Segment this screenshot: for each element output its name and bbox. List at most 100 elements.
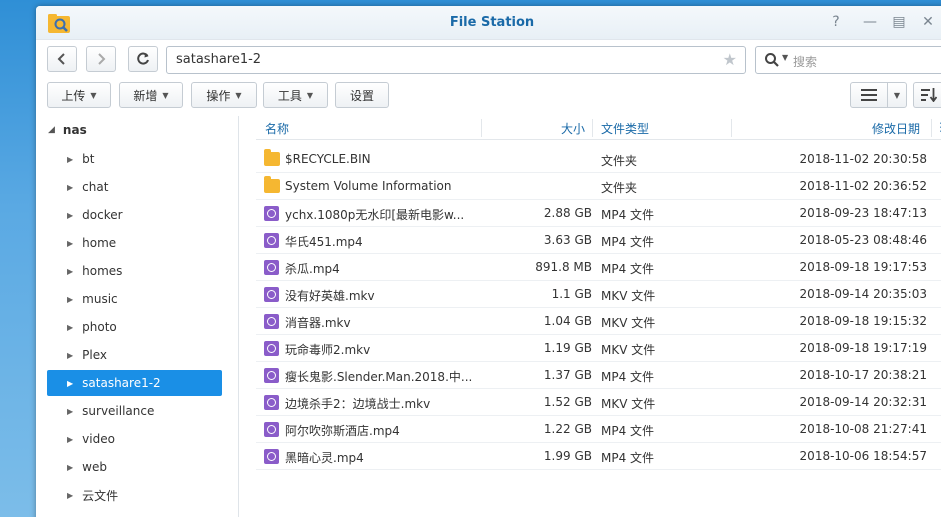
- table-row[interactable]: 边境杀手2：边境战士.mkv 1.52 GB MKV 文件 2018-09-14 20…: [256, 389, 941, 416]
- window-title: File Station: [449, 15, 535, 30]
- chevron-right-icon[interactable]: ▶: [67, 295, 73, 304]
- caret-down-icon: ▼: [162, 90, 169, 100]
- file-name: 杀瓜.mp4: [285, 262, 340, 276]
- refresh-button[interactable]: [128, 46, 158, 72]
- maximize-icon[interactable]: ▤: [891, 14, 907, 30]
- tree-item-surveillance[interactable]: ▶ surveillance: [47, 398, 222, 424]
- column-name[interactable]: 名称: [265, 120, 289, 137]
- file-name: $RECYCLE.BIN: [285, 152, 371, 166]
- tree-item-label: home: [82, 236, 117, 250]
- chevron-right-icon: [98, 53, 106, 65]
- address-bar[interactable]: satashare1-2 ★: [166, 46, 746, 74]
- tree-item-photo[interactable]: ▶ photo: [47, 314, 222, 340]
- close-icon[interactable]: ✕: [920, 14, 936, 30]
- column-divider[interactable]: [731, 119, 732, 137]
- upload-label: 上传: [61, 88, 86, 103]
- table-row[interactable]: 阿尔吹弥斯酒店.mp4 1.22 GB MP4 文件 2018-10-08 21:27…: [256, 416, 941, 443]
- column-divider[interactable]: [481, 119, 482, 137]
- video-file-icon: [264, 422, 279, 437]
- table-row[interactable]: 华氏451.mp4 3.63 GB MP4 文件 2018-05-23 08:48:4…: [256, 227, 941, 254]
- action-button[interactable]: 操作 ▼: [191, 82, 257, 108]
- tools-button[interactable]: 工具 ▼: [263, 82, 328, 108]
- create-label: 新增: [133, 88, 158, 103]
- video-file-icon: [264, 287, 279, 302]
- tree-item-satashare1-2[interactable]: ▶ satashare1-2: [47, 370, 222, 396]
- table-row[interactable]: 没有好英雄.mkv 1.1 GB MKV 文件 2018-09-14 20:35:03: [256, 281, 941, 308]
- chevron-right-icon[interactable]: ▶: [67, 407, 73, 416]
- file-size: 1.19 GB: [543, 341, 592, 355]
- tree-item-video[interactable]: ▶ video: [47, 426, 222, 452]
- file-size: 2.88 GB: [543, 206, 592, 220]
- settings-button[interactable]: 设置: [335, 82, 389, 108]
- chevron-right-icon[interactable]: ▶: [67, 239, 73, 248]
- tree-item-bt[interactable]: ▶ bt: [47, 146, 222, 172]
- search-field[interactable]: ▼ 搜索: [755, 46, 941, 74]
- column-divider[interactable]: [931, 119, 932, 137]
- column-type[interactable]: 文件类型: [601, 120, 649, 137]
- tree-item-docker[interactable]: ▶ docker: [47, 202, 222, 228]
- video-file-icon: [264, 368, 279, 383]
- file-modified: 2018-05-23 08:48:46: [799, 233, 927, 247]
- create-button[interactable]: 新增 ▼: [119, 82, 183, 108]
- list-view-icon: [861, 89, 877, 101]
- tree-item-label: 云文件: [82, 488, 119, 503]
- forward-button[interactable]: [86, 46, 116, 72]
- star-icon[interactable]: ★: [723, 47, 737, 73]
- list-view-button[interactable]: [850, 82, 888, 108]
- chevron-right-icon[interactable]: ▶: [67, 435, 73, 444]
- table-row[interactable]: ychx.1080p无水印[最新电影w... 2.88 GB MP4 文件 2018-…: [256, 200, 941, 227]
- tree-item-music[interactable]: ▶ music: [47, 286, 222, 312]
- chevron-right-icon[interactable]: ▶: [67, 463, 73, 472]
- tree-item-home[interactable]: ▶ home: [47, 230, 222, 256]
- minimize-icon[interactable]: —: [862, 14, 878, 30]
- table-row[interactable]: $RECYCLE.BIN 文件夹 2018-11-02 20:30:58: [256, 146, 941, 173]
- file-name: 消音器.mkv: [285, 316, 351, 330]
- file-modified: 2018-09-18 19:17:53: [799, 260, 927, 274]
- folder-tree: ◢ nas ▶ bt ▶ chat ▶ docker ▶ home ▶ homes ▶ mu…: [36, 116, 239, 517]
- column-options-icon[interactable]: ⋮: [935, 120, 941, 134]
- tree-item-plex[interactable]: ▶ Plex: [47, 342, 222, 368]
- tools-label: 工具: [277, 88, 302, 103]
- file-modified: 2018-09-14 20:32:31: [799, 395, 927, 409]
- table-row[interactable]: 杀瓜.mp4 891.8 MB MP4 文件 2018-09-18 19:17:53: [256, 254, 941, 281]
- search-icon: [765, 53, 779, 67]
- chevron-right-icon[interactable]: ▶: [67, 379, 73, 388]
- chevron-right-icon[interactable]: ▶: [67, 491, 73, 500]
- tree-root-nas[interactable]: ◢ nas: [48, 120, 87, 140]
- file-type: MKV 文件: [601, 289, 656, 303]
- chevron-right-icon[interactable]: ▶: [67, 155, 73, 164]
- help-icon[interactable]: ?: [828, 14, 844, 30]
- table-row[interactable]: 玩命毒师2.mkv 1.19 GB MKV 文件 2018-09-18 19:17:1…: [256, 335, 941, 362]
- chevron-right-icon[interactable]: ▶: [67, 183, 73, 192]
- file-list: 名称 大小 文件类型 修改日期 ⋮ $RECYCLE.BIN 文件夹 2018-11…: [240, 116, 941, 517]
- back-button[interactable]: [47, 46, 77, 72]
- view-mode-dropdown[interactable]: ▼: [887, 82, 907, 108]
- sort-button[interactable]: [913, 82, 941, 108]
- table-row[interactable]: System Volume Information 文件夹 2018-11-02 2…: [256, 173, 941, 200]
- file-type: 文件夹: [601, 181, 638, 195]
- chevron-right-icon[interactable]: ▶: [67, 267, 73, 276]
- settings-label: 设置: [349, 88, 374, 103]
- tree-item-chat[interactable]: ▶ chat: [47, 174, 222, 200]
- tree-item-cloud-files[interactable]: ▶ 云文件: [47, 482, 222, 508]
- column-modified[interactable]: 修改日期: [872, 120, 920, 137]
- chevron-right-icon[interactable]: ▶: [67, 351, 73, 360]
- tree-item-homes[interactable]: ▶ homes: [47, 258, 222, 284]
- tree-item-label: photo: [82, 320, 117, 334]
- column-divider[interactable]: [592, 119, 593, 137]
- file-modified: 2018-10-06 18:54:57: [799, 449, 927, 463]
- file-size: 1.52 GB: [543, 395, 592, 409]
- chevron-down-icon[interactable]: ◢: [48, 125, 55, 135]
- upload-button[interactable]: 上传 ▼: [47, 82, 111, 108]
- chevron-right-icon[interactable]: ▶: [67, 323, 73, 332]
- table-row[interactable]: 瘦长鬼影.Slender.Man.2018.中... 1.37 GB MP4 文件 2…: [256, 362, 941, 389]
- file-list-header: 名称 大小 文件类型 修改日期 ⋮: [256, 116, 941, 140]
- tree-item-web[interactable]: ▶ web: [47, 454, 222, 480]
- chevron-right-icon[interactable]: ▶: [67, 211, 73, 220]
- caret-down-icon: ▼: [306, 90, 314, 100]
- table-row[interactable]: 消音器.mkv 1.04 GB MKV 文件 2018-09-18 19:15:32: [256, 308, 941, 335]
- column-size[interactable]: 大小: [561, 120, 585, 137]
- search-options-caret-icon[interactable]: ▼: [782, 53, 788, 62]
- file-name: 玩命毒师2.mkv: [285, 343, 371, 357]
- table-row[interactable]: 黑暗心灵.mp4 1.99 GB MP4 文件 2018-10-06 18:54:57: [256, 443, 941, 470]
